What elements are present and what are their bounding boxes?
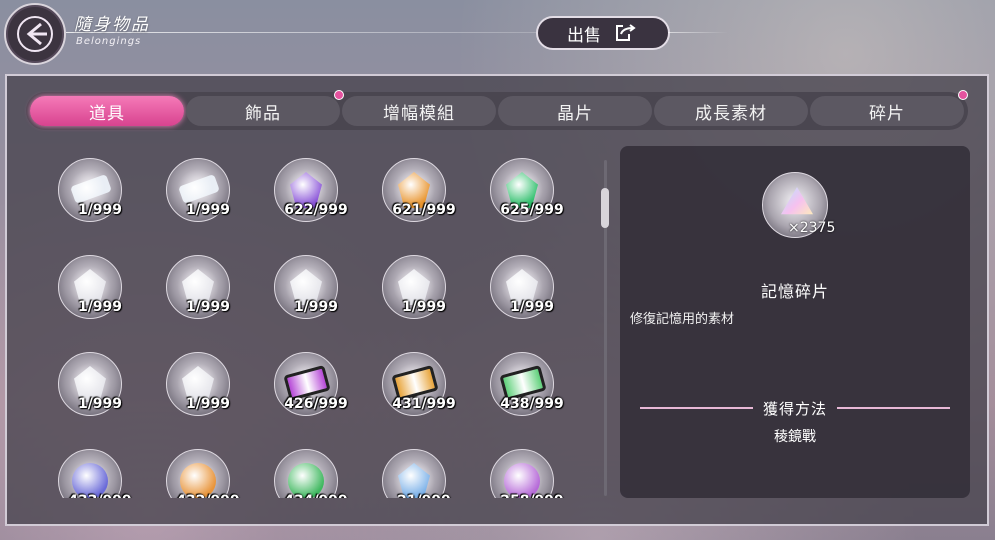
- tab-accessories[interactable]: 飾品: [186, 90, 344, 126]
- item-name: 記憶碎片: [760, 282, 829, 301]
- tab-label: 飾品: [245, 103, 281, 124]
- item-count: 622/999: [284, 202, 348, 218]
- tab-label: 碎片: [869, 103, 905, 124]
- scrollbar-thumb[interactable]: [601, 188, 609, 228]
- inventory-item[interactable]: 431/999: [374, 352, 474, 432]
- source-heading: 獲得方法: [640, 398, 951, 418]
- inventory-item[interactable]: 1/999: [158, 352, 258, 432]
- inventory-item[interactable]: 1/999: [266, 255, 366, 335]
- source-title: 獲得方法: [763, 399, 828, 418]
- inventory-item[interactable]: 1/999: [374, 255, 474, 335]
- page-subtitle: Belongings: [76, 36, 142, 47]
- tab-items[interactable]: 道具: [30, 96, 184, 126]
- item-count: 1/999: [185, 299, 231, 315]
- item-description: 修復記憶用的素材: [630, 312, 735, 327]
- item-count: 1/999: [185, 202, 231, 218]
- tab-boost-modules[interactable]: 增幅模組: [342, 96, 496, 126]
- inventory-item[interactable]: 1/999: [50, 255, 150, 335]
- shard-gem-shape: [781, 187, 813, 215]
- item-count: 426/999: [284, 396, 348, 412]
- sell-underline: [668, 32, 728, 33]
- item-detail-panel: ×2375 記憶碎片 修復記憶用的素材 獲得方法 稜鏡戰: [620, 146, 970, 498]
- inventory-item[interactable]: 1/999: [482, 255, 582, 335]
- tab-label: 成長素材: [695, 103, 767, 124]
- divider: [837, 407, 951, 409]
- item-count: 1/999: [77, 202, 123, 218]
- inventory-item[interactable]: 621/999: [374, 158, 474, 238]
- item-count: 621/999: [392, 202, 456, 218]
- item-count: 1/999: [185, 396, 231, 412]
- item-count: 1/999: [77, 396, 123, 412]
- item-count: 1/999: [401, 299, 447, 315]
- inventory-item[interactable]: 21/999: [374, 449, 474, 498]
- tab-growth-materials[interactable]: 成長素材: [654, 96, 808, 126]
- inventory-item[interactable]: 258/999: [482, 449, 582, 498]
- sell-button-label: 出售: [567, 25, 601, 46]
- sell-button[interactable]: 出售: [536, 16, 670, 50]
- tab-chips[interactable]: 晶片: [498, 96, 652, 126]
- back-button[interactable]: [4, 3, 66, 65]
- item-grid: 1/999 1/999 622/999 621/999 625/999 1/999 1/99…: [50, 150, 590, 498]
- item-count: 1/999: [293, 299, 339, 315]
- item-count: 625/999: [500, 202, 564, 218]
- inventory-item[interactable]: 1/999: [158, 255, 258, 335]
- inventory-item[interactable]: 426/999: [266, 352, 366, 432]
- source-value[interactable]: 稜鏡戰: [620, 426, 970, 446]
- notification-dot: [334, 90, 344, 100]
- notification-dot: [958, 90, 968, 100]
- inventory-item[interactable]: 622/999: [266, 158, 366, 238]
- item-count: 433/999: [50, 493, 150, 498]
- inventory-item[interactable]: 1/999: [50, 158, 150, 238]
- inventory-item[interactable]: 625/999: [482, 158, 582, 238]
- tab-label: 晶片: [557, 103, 593, 124]
- item-count: 431/999: [392, 396, 456, 412]
- item-count: 1/999: [509, 299, 555, 315]
- item-count: 1/999: [77, 299, 123, 315]
- item-count: 432/999: [158, 493, 258, 498]
- inventory-item[interactable]: 433/999: [50, 449, 150, 498]
- arrow-left-icon: [17, 16, 53, 52]
- tab-label: 道具: [89, 103, 125, 124]
- inventory-item[interactable]: 1/999: [50, 352, 150, 432]
- item-count: 21/999: [374, 493, 474, 498]
- inventory-item[interactable]: 438/999: [482, 352, 582, 432]
- inventory-item[interactable]: 432/999: [158, 449, 258, 498]
- divider: [640, 407, 753, 409]
- category-tabs: 道具 飾品 增幅模組 晶片 成長素材 碎片: [26, 90, 968, 130]
- tab-label: 增幅模組: [383, 103, 455, 124]
- inventory-item[interactable]: 434/999: [266, 449, 366, 498]
- page-title: 隨身物品: [74, 15, 150, 35]
- item-count: 258/999: [482, 493, 582, 498]
- item-quantity: ×2375: [788, 220, 836, 236]
- export-icon: [616, 24, 636, 41]
- item-count: 438/999: [500, 396, 564, 412]
- item-count: 434/999: [266, 493, 366, 498]
- tab-fragments[interactable]: 碎片: [810, 90, 968, 126]
- inventory-item[interactable]: 1/999: [158, 158, 258, 238]
